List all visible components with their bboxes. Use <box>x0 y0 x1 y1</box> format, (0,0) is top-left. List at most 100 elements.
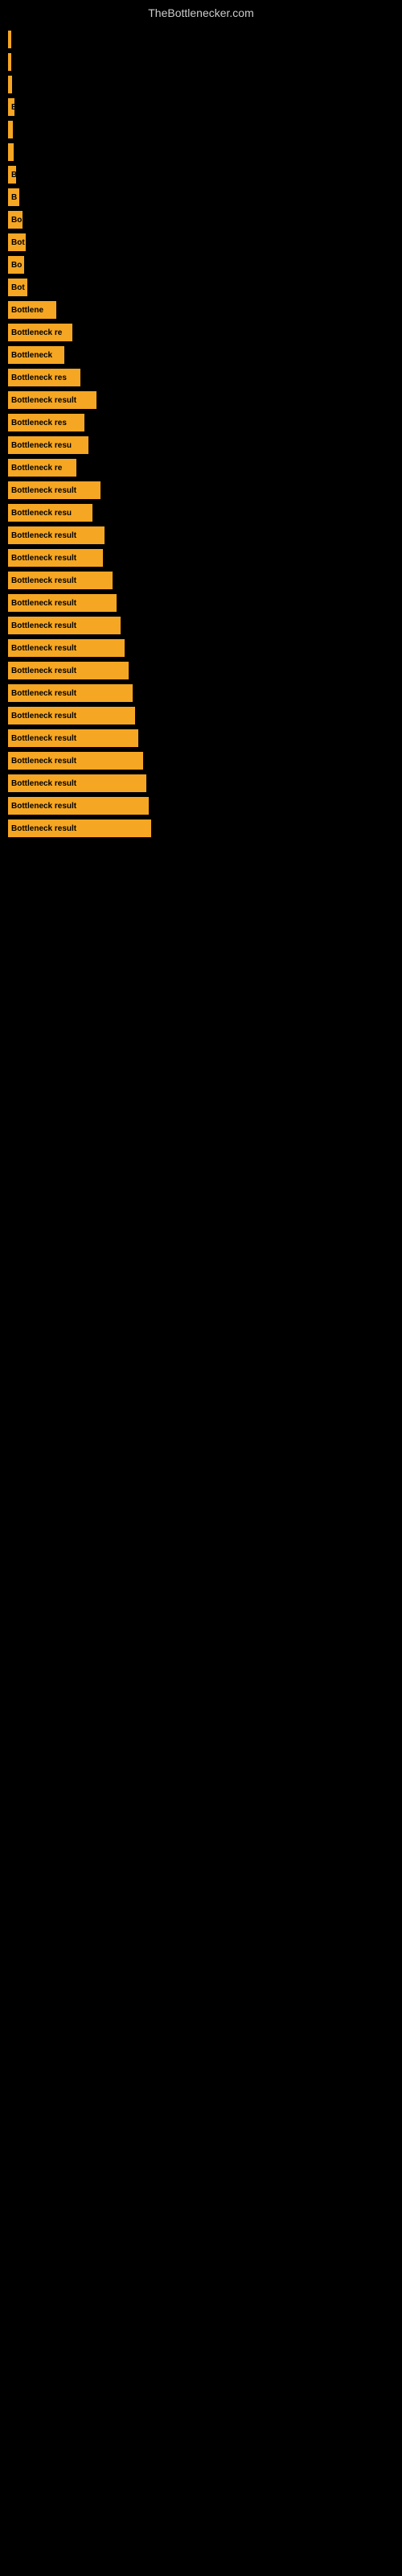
bar-label: Bottleneck result <box>11 576 76 585</box>
bar-row <box>8 31 402 48</box>
bar-label: Bottleneck <box>11 351 52 360</box>
bar-row: Bo <box>8 211 402 229</box>
bar-label: Bottleneck result <box>11 757 76 766</box>
bar-label: Bottleneck result <box>11 734 76 743</box>
bar-item: Bottleneck result <box>8 774 146 792</box>
bar-row <box>8 76 402 93</box>
bar-item <box>8 121 13 138</box>
bar-row: Bottleneck resu <box>8 436 402 454</box>
bar-label: Bo <box>11 216 22 225</box>
bar-row: Bottleneck result <box>8 481 402 499</box>
bar-row: Bottleneck result <box>8 391 402 409</box>
bar-item: B <box>8 98 14 116</box>
bar-item: Bottleneck result <box>8 572 113 589</box>
bar-row: Bottleneck result <box>8 526 402 544</box>
bar-label: Bottleneck result <box>11 531 76 540</box>
bar-label: Bottlene <box>11 306 43 315</box>
bar-label: Bot <box>11 283 25 292</box>
bar-item <box>8 53 11 71</box>
bar-item: Bottleneck resu <box>8 504 92 522</box>
bar-label: Bottleneck res <box>11 419 67 427</box>
bar-item: Bo <box>8 256 24 274</box>
bar-row: Bottleneck result <box>8 594 402 612</box>
bar-item: Bottleneck result <box>8 729 138 747</box>
bar-item: Bo <box>8 211 23 229</box>
bar-item <box>8 143 14 161</box>
bar-row: Bottleneck result <box>8 729 402 747</box>
bar-item <box>8 31 11 48</box>
bar-row: Bottleneck resu <box>8 504 402 522</box>
bar-label: Bottleneck result <box>11 396 76 405</box>
bar-label: Bottleneck re <box>11 464 62 473</box>
bar-row: Bottleneck re <box>8 324 402 341</box>
bar-item: Bottleneck <box>8 346 64 364</box>
bar-item: Bottleneck result <box>8 819 151 837</box>
bar-row: B <box>8 98 402 116</box>
bar-label: Bottleneck result <box>11 599 76 608</box>
bar-row: B <box>8 188 402 206</box>
bar-label: Bo <box>11 261 22 270</box>
bar-row: Bo <box>8 256 402 274</box>
bar-label: Bot <box>11 238 25 247</box>
site-title: TheBottlenecker.com <box>0 0 402 23</box>
bar-item: Bottleneck result <box>8 391 96 409</box>
bar-label: Bottleneck result <box>11 802 76 811</box>
bar-row <box>8 121 402 138</box>
bar-row: Bottleneck res <box>8 414 402 431</box>
bar-row: Bottleneck result <box>8 819 402 837</box>
bar-item: B <box>8 166 16 184</box>
bar-item: B <box>8 188 19 206</box>
bar-label: B <box>11 193 17 202</box>
bar-label: Bottleneck result <box>11 554 76 563</box>
bar-item: Bot <box>8 279 27 296</box>
bar-item: Bottleneck result <box>8 684 133 702</box>
bar-item: Bottleneck re <box>8 459 76 477</box>
bar-label: Bottleneck re <box>11 328 62 337</box>
bar-label: B <box>11 103 14 112</box>
bar-row: Bottleneck result <box>8 572 402 589</box>
bar-label: Bottleneck result <box>11 486 76 495</box>
bar-label: Bottleneck result <box>11 621 76 630</box>
bar-item: Bottleneck res <box>8 414 84 431</box>
bar-row: Bot <box>8 233 402 251</box>
bars-container: B B B Bo Bot Bo Bot Bottlene Bottleneck re Bottle… <box>0 23 402 837</box>
bar-label: Bottleneck result <box>11 689 76 698</box>
bar-item: Bottleneck result <box>8 639 125 657</box>
bar-row: Bottleneck result <box>8 662 402 679</box>
bar-row: Bottleneck result <box>8 617 402 634</box>
bar-row: Bottlene <box>8 301 402 319</box>
bar-item <box>8 76 12 93</box>
bar-item: Bottleneck resu <box>8 436 88 454</box>
bar-item: Bottleneck result <box>8 797 149 815</box>
bar-label: Bottleneck result <box>11 667 76 675</box>
bar-label: Bottleneck result <box>11 712 76 720</box>
bar-row: Bottleneck res <box>8 369 402 386</box>
bar-item: Bottleneck result <box>8 549 103 567</box>
bar-item: Bottleneck result <box>8 662 129 679</box>
bar-row: Bottleneck result <box>8 797 402 815</box>
bar-label: Bottleneck result <box>11 644 76 653</box>
bar-item: Bot <box>8 233 26 251</box>
bar-item: Bottleneck result <box>8 526 105 544</box>
bar-item: Bottleneck result <box>8 707 135 724</box>
bar-row <box>8 53 402 71</box>
bar-row: Bottleneck result <box>8 774 402 792</box>
bar-label: Bottleneck result <box>11 779 76 788</box>
bar-label: Bottleneck result <box>11 824 76 833</box>
bar-row: Bottleneck result <box>8 639 402 657</box>
bar-item: Bottleneck result <box>8 617 121 634</box>
bar-item: Bottleneck result <box>8 752 143 770</box>
bar-row: B <box>8 166 402 184</box>
bar-label: Bottleneck resu <box>11 441 72 450</box>
bar-row: Bot <box>8 279 402 296</box>
bar-item: Bottleneck re <box>8 324 72 341</box>
bar-label: B <box>11 171 16 180</box>
bar-row: Bottleneck result <box>8 549 402 567</box>
bar-row: Bottleneck re <box>8 459 402 477</box>
bar-item: Bottleneck result <box>8 481 100 499</box>
bar-item: Bottleneck res <box>8 369 80 386</box>
bar-row <box>8 143 402 161</box>
bar-row: Bottleneck <box>8 346 402 364</box>
bar-item: Bottleneck result <box>8 594 117 612</box>
bar-label: Bottleneck res <box>11 374 67 382</box>
